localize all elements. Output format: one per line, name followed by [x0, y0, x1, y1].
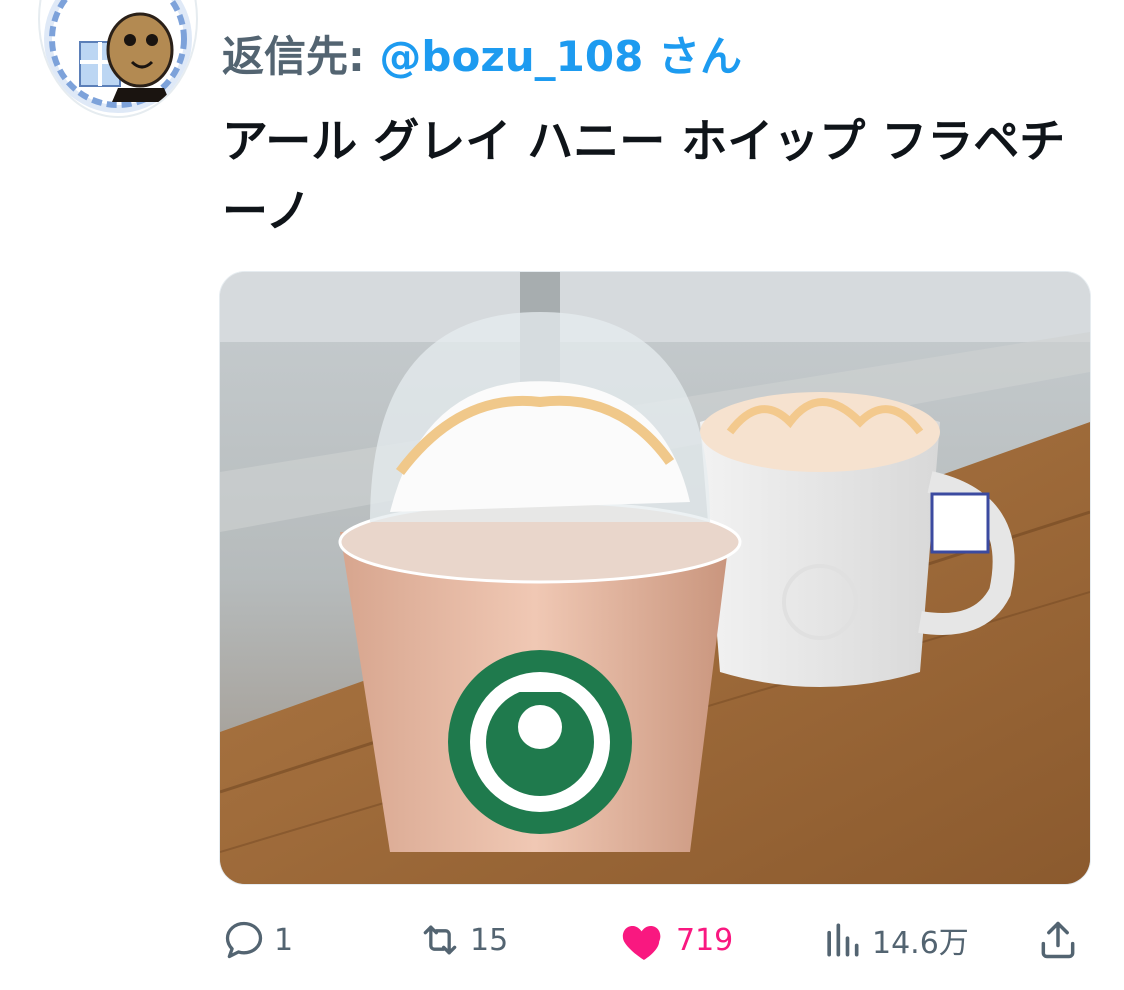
share-button[interactable]: [1036, 910, 1080, 970]
avatar[interactable]: [38, 0, 198, 118]
like-count: 719: [676, 922, 734, 958]
reply-prefix: 返信先:: [222, 32, 365, 81]
tweet-text: アール グレイ ハニー ホイップ フラペチーノ: [222, 114, 1066, 238]
views-icon: [820, 918, 864, 962]
views-count: 14.6万: [872, 926, 969, 961]
tweet-photo[interactable]: [219, 271, 1091, 885]
avatar-image: [44, 0, 192, 113]
reply-context: 返信先: @bozu_108 さん: [222, 30, 742, 84]
reply-count: 1: [274, 922, 294, 958]
share-icon: [1036, 918, 1080, 962]
reply-button[interactable]: 1: [222, 910, 293, 970]
views-button[interactable]: 14.6万: [820, 910, 969, 970]
action-bar: 1 15 719 14.6万: [0, 910, 1124, 970]
reply-user-link[interactable]: @bozu_108: [379, 32, 643, 81]
reply-icon: [222, 918, 266, 962]
retweet-button[interactable]: 15: [418, 910, 508, 970]
display-name-clipped: [222, 0, 1002, 4]
retweet-count: 15: [470, 922, 509, 958]
heart-icon: [620, 918, 668, 962]
like-button[interactable]: 719: [620, 910, 733, 970]
retweet-icon: [418, 918, 462, 962]
reply-suffix: さん: [657, 32, 742, 81]
